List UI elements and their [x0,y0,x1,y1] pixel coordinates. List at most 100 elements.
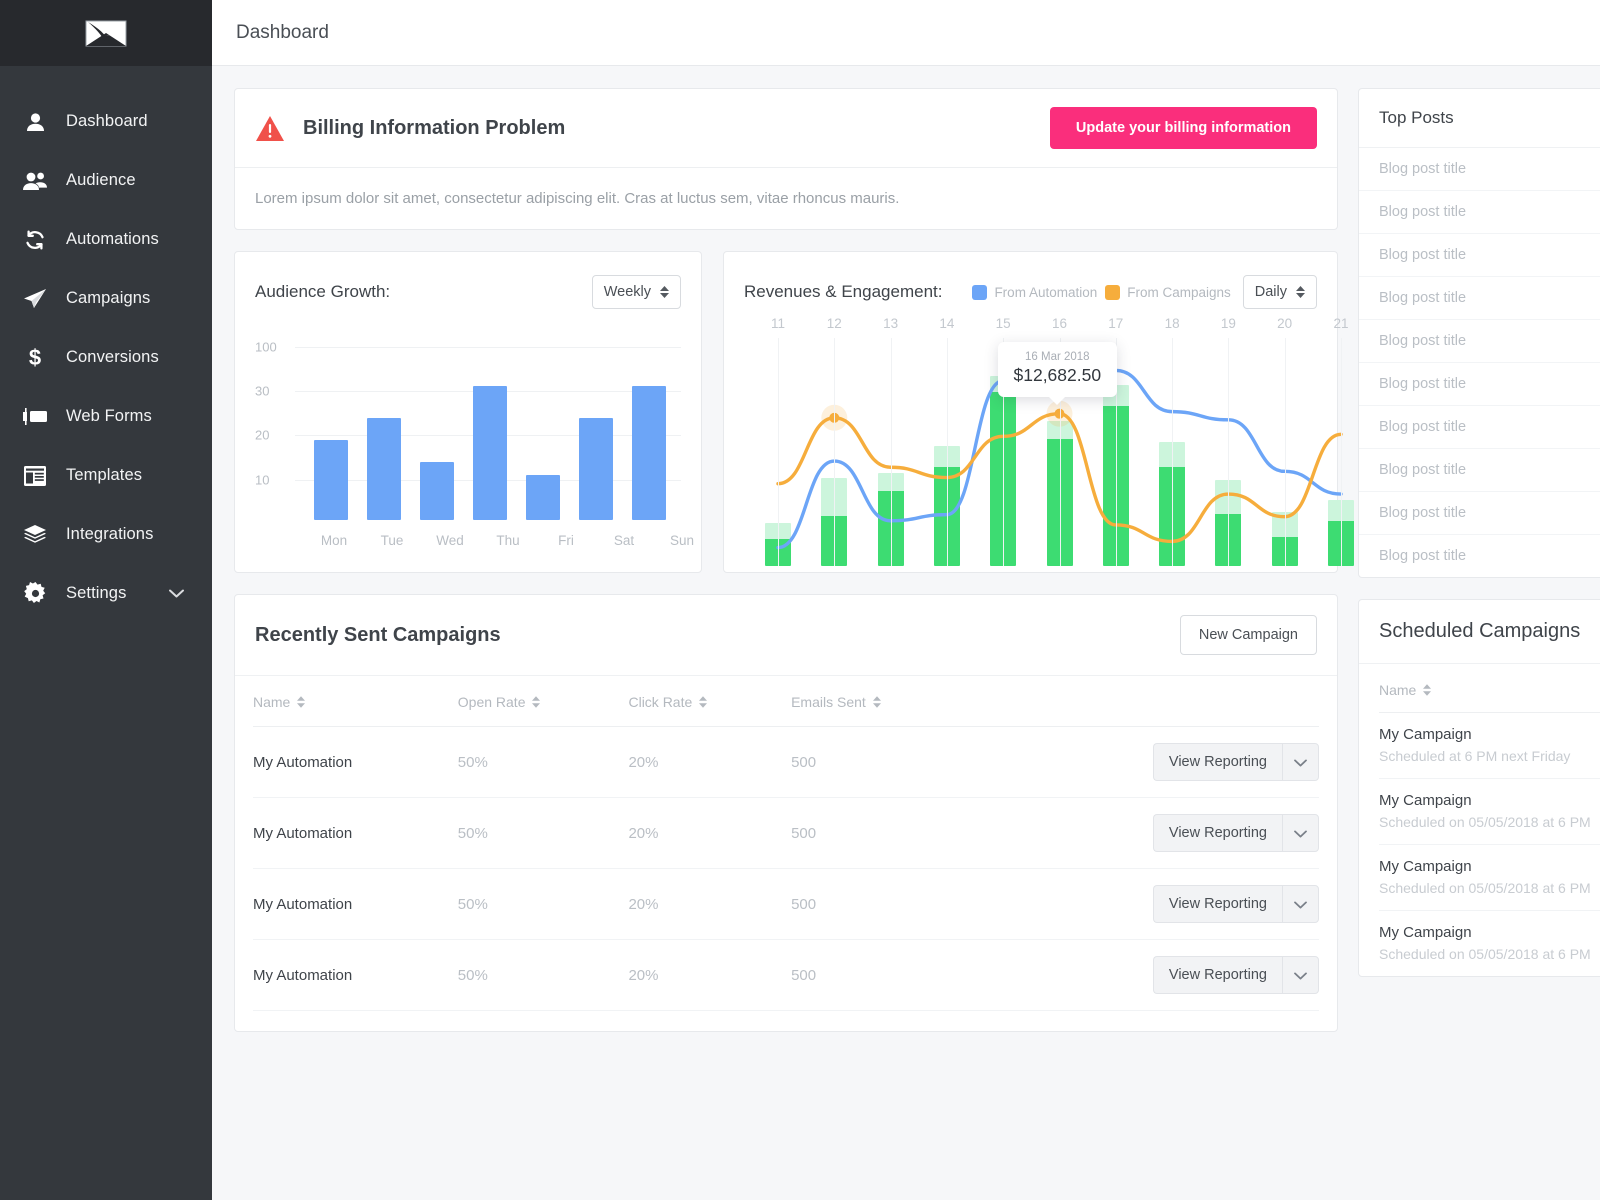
audience-range-select[interactable]: Weekly [591,275,681,309]
audience-x-tick: Wed [436,533,464,548]
revenue-x-tick: 15 [995,316,1011,331]
gridline-vertical [1172,338,1174,566]
audience-growth-card: Audience Growth: Weekly 100 30 20 10 Mon Tue W… [234,251,702,573]
scheduled-name-column-header[interactable]: Name [1379,664,1600,713]
audience-bars [305,336,675,520]
view-reporting-button[interactable]: View Reporting [1152,743,1282,781]
audience-bar-column[interactable] [622,336,675,520]
top-post-row[interactable]: Blog post title [1359,191,1600,234]
audience-bar-column[interactable] [305,336,358,520]
top-post-row[interactable]: Blog post title [1359,449,1600,492]
audience-bar-column[interactable] [516,336,569,520]
audience-bar-column[interactable] [464,336,517,520]
top-post-row[interactable]: Blog post title [1359,320,1600,363]
scheduled-campaign-row[interactable]: My Campaign Scheduled on 05/05/2018 at 6 … [1379,779,1600,845]
column-label: Open Rate [457,694,526,710]
cell-emails-sent: 500 [791,797,977,869]
sort-updown-icon [872,696,881,708]
audience-bar-column[interactable] [569,336,622,520]
cell-name: My Automation [253,726,458,798]
sidebar-item-label: Conversions [66,348,159,366]
audience-bar [420,461,455,520]
top-post-row[interactable]: Blog post title [1359,277,1600,320]
audience-bar [631,385,666,520]
chevron-down-icon [1294,826,1307,841]
view-reporting-dropdown-button[interactable] [1282,885,1319,923]
audience-y-tick: 20 [255,427,270,443]
audience-bar-column[interactable] [411,336,464,520]
top-post-row[interactable]: Blog post title [1359,148,1600,191]
legend-item-from-automation: From Automation [972,284,1098,300]
legend-swatch-orange [1105,284,1121,300]
top-posts-card: Top Posts Blog post title Blog post title… [1358,88,1600,578]
view-reporting-button[interactable]: View Reporting [1152,814,1282,852]
sidebar-item-audience[interactable]: Audience [0,151,212,210]
audience-bar [578,417,613,520]
chevron-down-icon [1294,755,1307,770]
chevron-down-icon[interactable] [169,589,184,598]
table-row[interactable]: My Automation 50% 20% 500 View Reporting [253,726,1319,798]
update-billing-button[interactable]: Update your billing information [1049,107,1317,149]
tooltip-arrow [1048,395,1067,405]
cell-click-rate: 20% [628,939,792,1011]
scheduled-campaigns-list: My Campaign Scheduled at 6 PM next Friday… [1379,713,1600,976]
logo-area[interactable] [0,0,212,66]
table-row[interactable]: My Automation 50% 20% 500 View Reporting [253,868,1319,940]
column-header-emails-sent[interactable]: Emails Sent [791,676,977,727]
view-reporting-button[interactable]: View Reporting [1152,885,1282,923]
cell-emails-sent: 500 [791,868,977,940]
legend-label: From Campaigns [1127,284,1231,300]
scheduled-campaign-row[interactable]: My Campaign Scheduled at 6 PM next Friday [1379,713,1600,779]
sidebar-item-templates[interactable]: Templates [0,446,212,505]
tooltip-date: 16 Mar 2018 [1025,350,1090,363]
sidebar-item-settings[interactable]: Settings [0,564,212,623]
table-row[interactable]: My Automation 50% 20% 500 View Reporting [253,797,1319,869]
table-row[interactable]: My Automation 50% 20% 500 View Reporting [253,939,1319,1011]
view-reporting-dropdown-button[interactable] [1282,743,1319,781]
scheduled-campaign-row[interactable]: My Campaign Scheduled on 05/05/2018 at 6 … [1379,845,1600,911]
revenue-range-select[interactable]: Daily [1242,275,1317,309]
sidebar-item-conversions[interactable]: $ Conversions [0,328,212,387]
paper-plane-icon [20,286,50,312]
new-campaign-button[interactable]: New Campaign [1179,615,1317,655]
column-header-click-rate[interactable]: Click Rate [628,676,792,727]
revenue-x-tick: 14 [939,316,955,331]
sort-updown-icon [532,696,541,708]
top-post-row[interactable]: Blog post title [1359,363,1600,406]
chevron-down-icon [1294,968,1307,983]
scheduled-campaign-name: My Campaign [1379,924,1472,941]
top-post-row[interactable]: Blog post title [1359,492,1600,535]
audience-bar [473,385,507,520]
cell-emails-sent: 500 [791,726,977,798]
revenue-engagement-plot: 16 Mar 2018 $12,682.50 11 12 13 14 15 16 17 18 1… [744,316,1354,566]
revenue-x-tick: 20 [1277,316,1293,331]
view-reporting-dropdown-button[interactable] [1282,814,1319,852]
revenue-x-tick: 19 [1220,316,1236,331]
sidebar-item-campaigns[interactable]: Campaigns [0,269,212,328]
sidebar-nav: Dashboard Audience Automations Campaigns… [0,66,212,623]
view-reporting-dropdown-button[interactable] [1282,956,1319,994]
sidebar-item-automations[interactable]: Automations [0,210,212,269]
select-updown-icon [660,286,669,298]
top-post-row[interactable]: Blog post title [1359,535,1600,577]
sidebar-item-label: Integrations [66,525,154,543]
gridline-vertical [946,338,948,566]
web-form-icon [20,404,50,430]
legend-label: From Automation [994,284,1098,300]
top-post-row[interactable]: Blog post title [1359,234,1600,277]
column-header-open-rate[interactable]: Open Rate [457,676,629,727]
view-reporting-button[interactable]: View Reporting [1152,956,1282,994]
audience-growth-header: Audience Growth: Weekly [255,274,681,310]
recent-campaigns-header: Recently Sent Campaigns New Campaign [235,595,1337,676]
sidebar-item-dashboard[interactable]: Dashboard [0,92,212,151]
recent-campaigns-card: Recently Sent Campaigns New Campaign Nam… [234,594,1338,1032]
column-header-name[interactable]: Name [253,676,458,727]
audience-x-tick: Sun [669,533,695,548]
sidebar-item-web-forms[interactable]: Web Forms [0,387,212,446]
sidebar-item-integrations[interactable]: Integrations [0,505,212,564]
scheduled-campaign-row[interactable]: My Campaign Scheduled on 05/05/2018 at 6 … [1379,911,1600,976]
gridline-vertical [1284,338,1286,566]
scheduled-campaigns-card: Scheduled Campaigns Name My Campaign Sche… [1358,599,1600,977]
audience-bar-column[interactable] [358,336,411,520]
top-post-row[interactable]: Blog post title [1359,406,1600,449]
